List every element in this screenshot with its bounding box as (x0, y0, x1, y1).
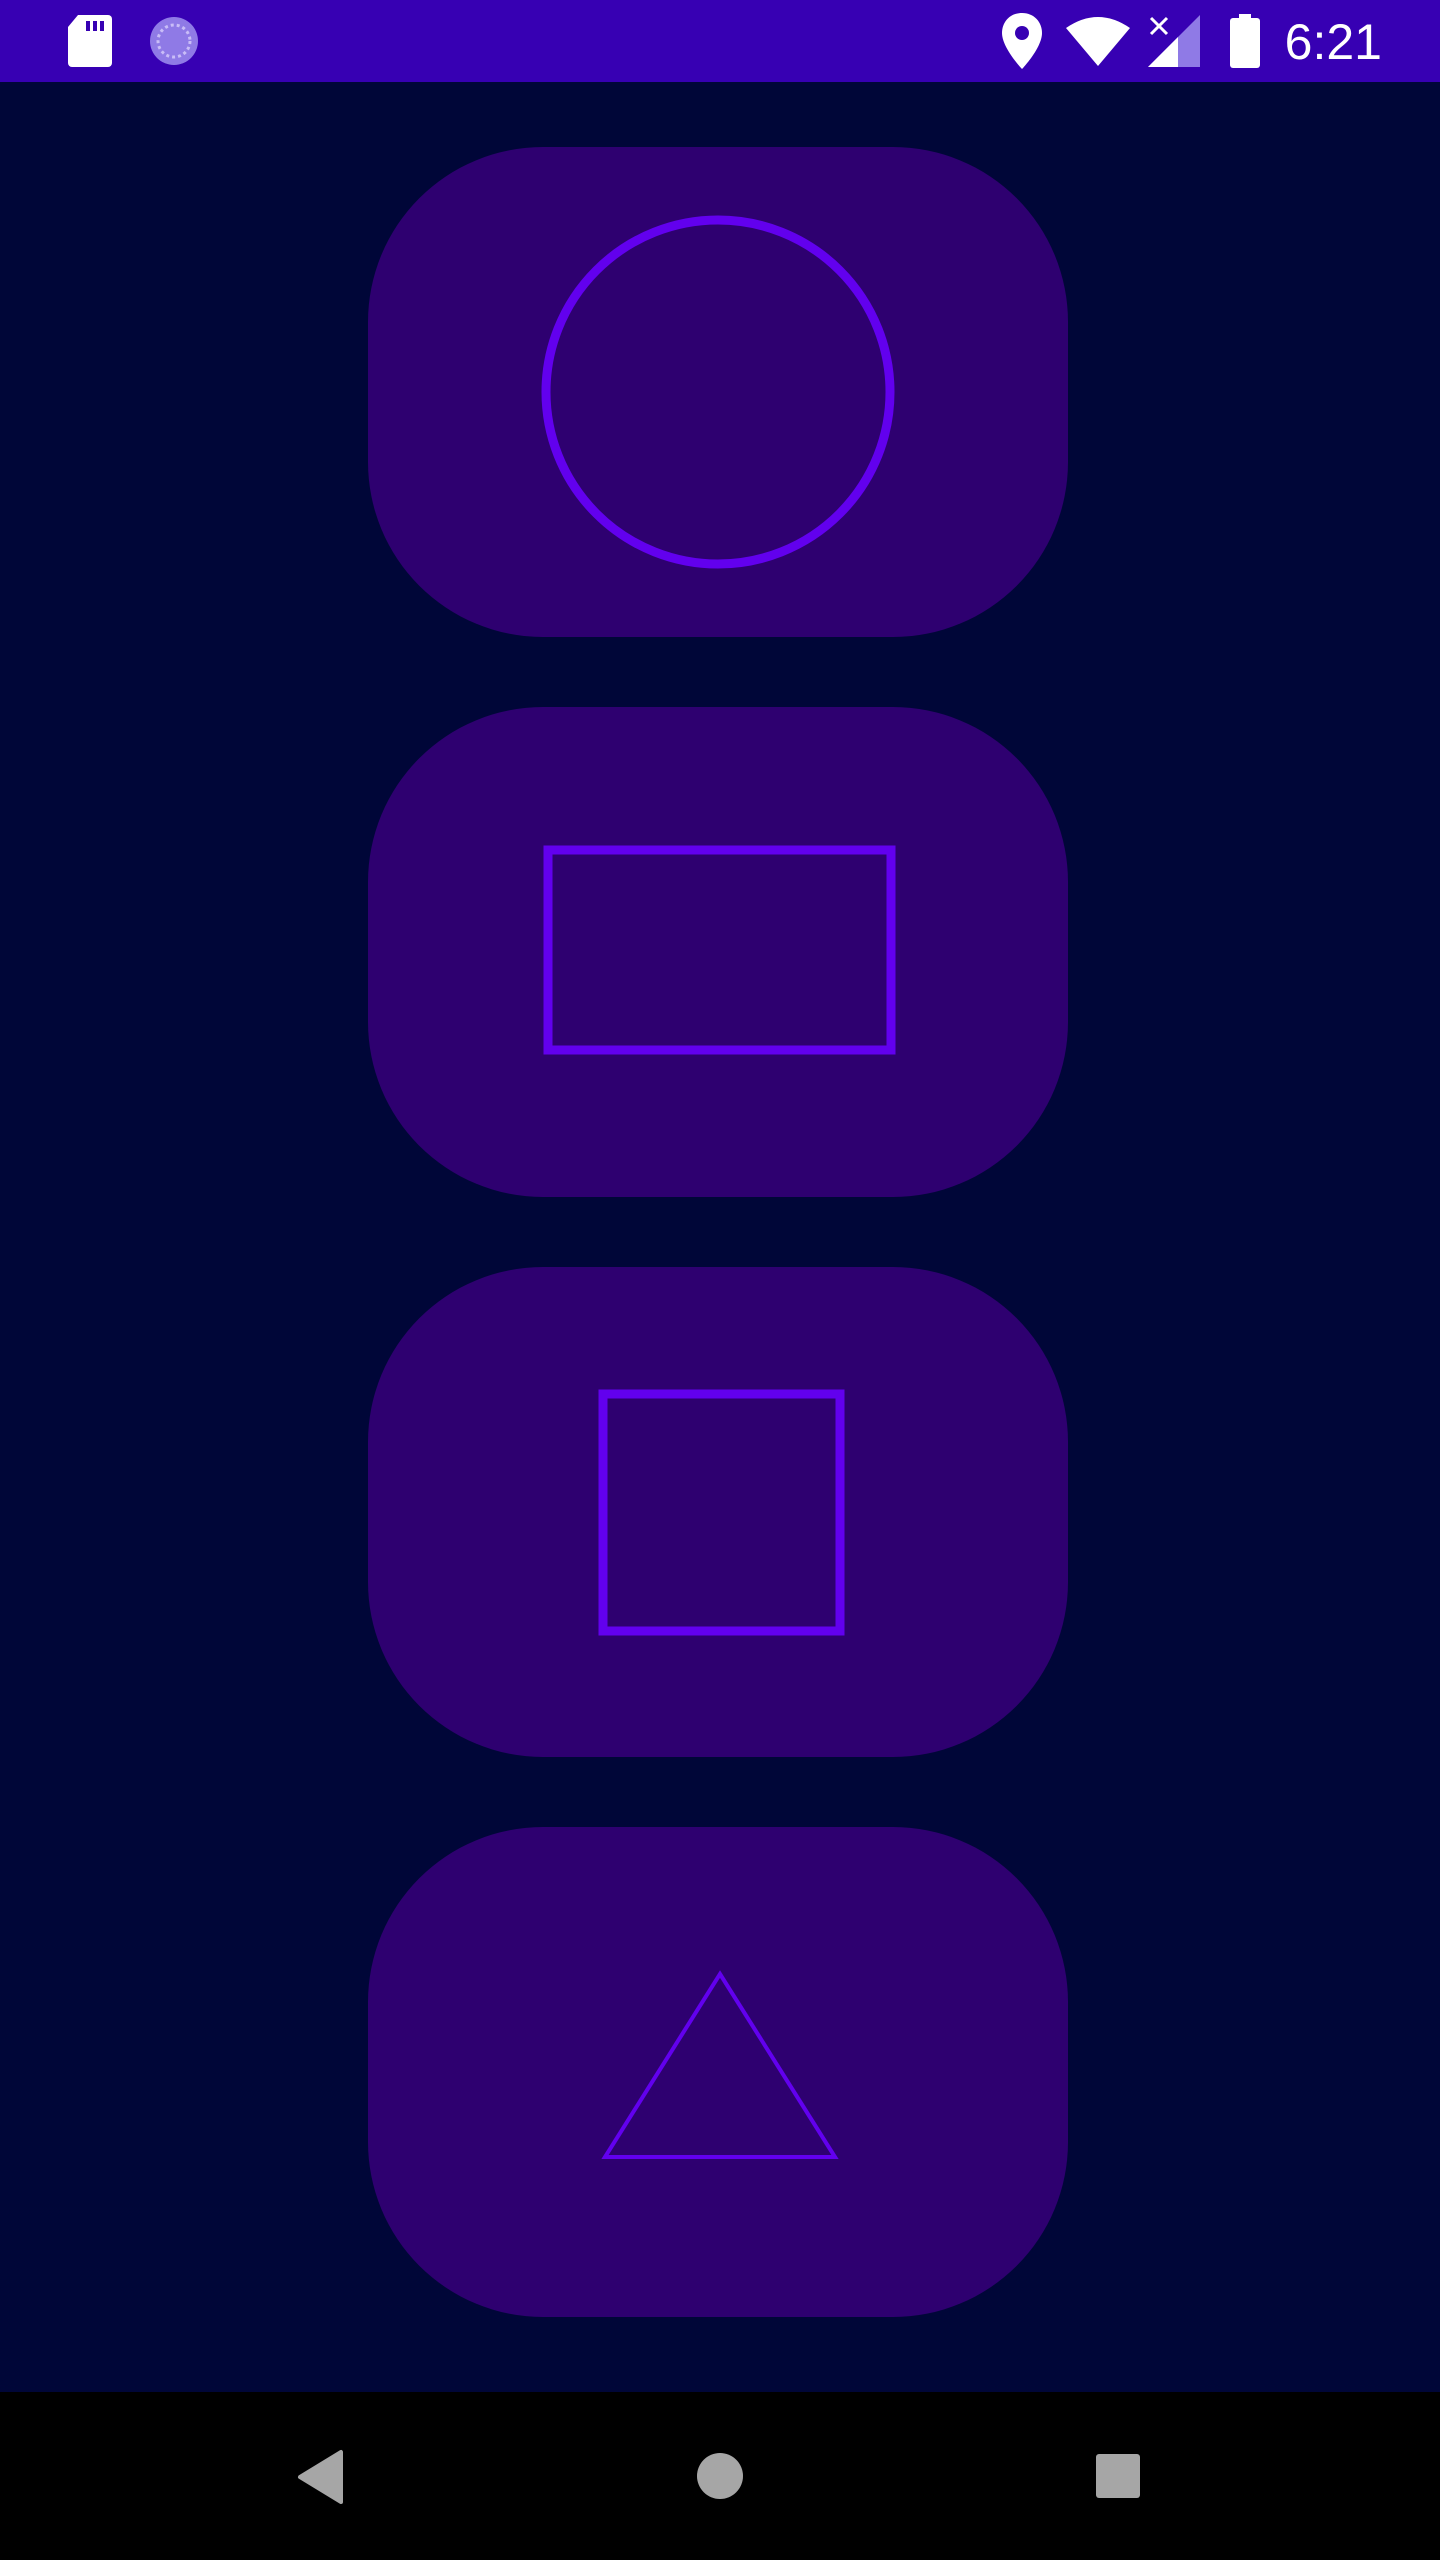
square-icon (598, 1389, 845, 1636)
back-button[interactable] (238, 2392, 406, 2560)
circle-button[interactable] (368, 147, 1068, 637)
back-icon (298, 2450, 343, 2504)
location-icon (1000, 0, 1044, 82)
triangle-icon (601, 1970, 839, 2159)
shape-list (0, 82, 1440, 2392)
sd-card-icon (68, 0, 112, 82)
circle-icon (541, 215, 895, 569)
home-icon (697, 2453, 743, 2499)
sync-progress-icon (148, 0, 200, 82)
wifi-icon (1066, 0, 1130, 82)
square-button[interactable] (368, 1267, 1068, 1757)
rectangle-button[interactable] (368, 707, 1068, 1197)
triangle-button[interactable] (368, 1827, 1068, 2317)
status-bar: 6:21 (0, 0, 1440, 82)
rectangle-icon (543, 845, 896, 1055)
recents-icon (1096, 2454, 1140, 2498)
battery-icon (1230, 0, 1260, 82)
status-clock: 6:21 (1284, 14, 1382, 70)
cell-signal-no-data-icon (1148, 0, 1200, 82)
recents-button[interactable] (1034, 2392, 1202, 2560)
home-button[interactable] (636, 2392, 804, 2560)
navigation-bar (0, 2392, 1440, 2560)
